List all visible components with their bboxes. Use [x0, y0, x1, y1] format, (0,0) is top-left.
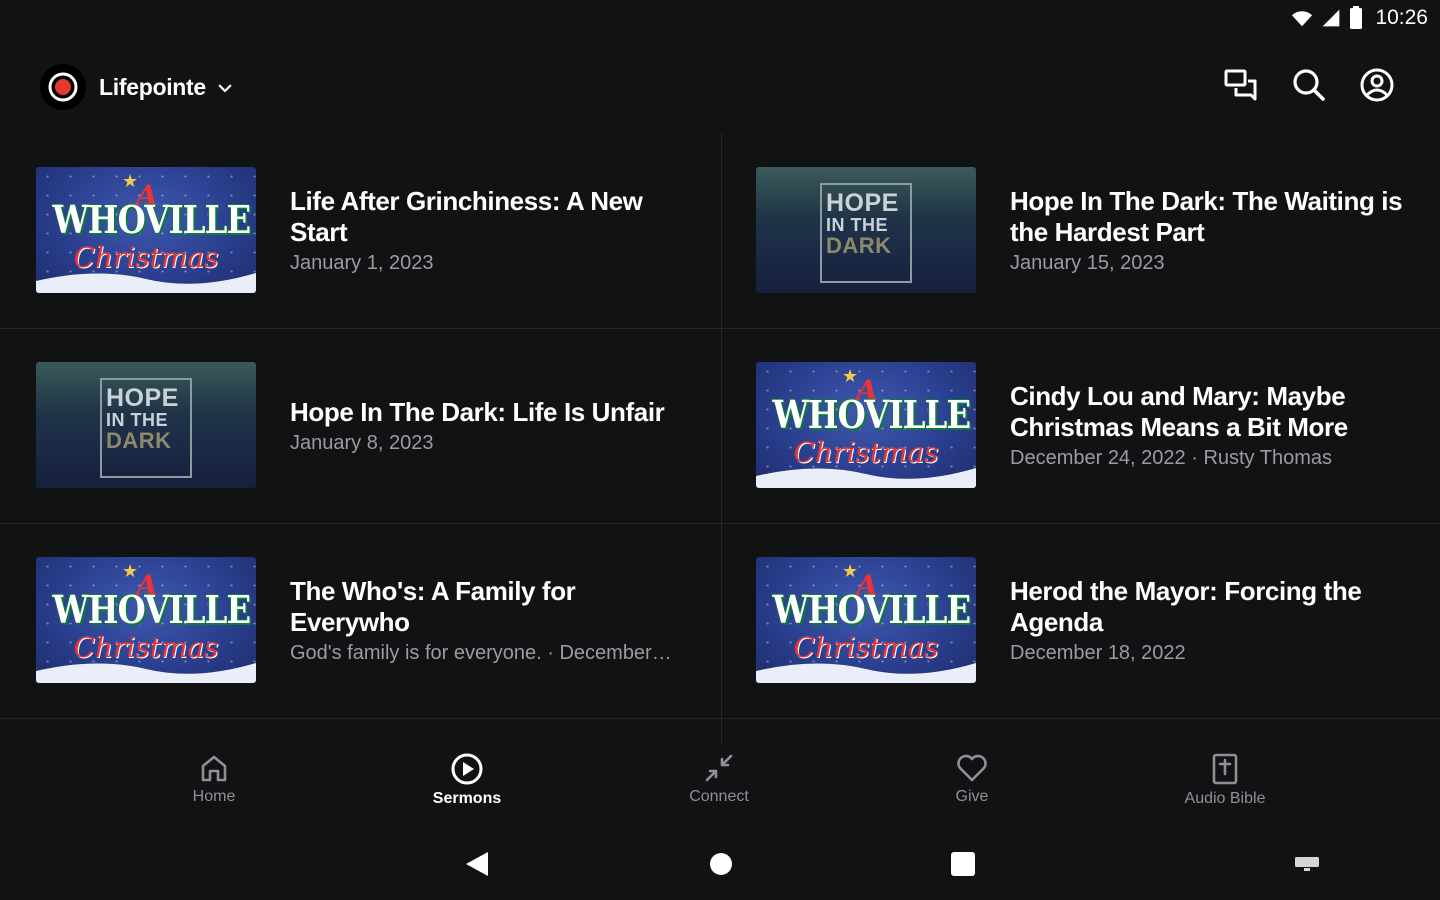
sermon-date: December 24, 2022 · Rusty Thomas [1010, 447, 1333, 469]
sermon-card[interactable]: ★ A WHOVILLE Christmas Herod the Mayor: … [721, 523, 1440, 718]
status-icons: 10:26 [1291, 6, 1428, 30]
sermon-date: January 8, 2023 [290, 431, 434, 454]
system-nav-bar [0, 828, 1440, 900]
sermon-title: Cindy Lou and Mary: Maybe Christmas Mean… [1010, 381, 1348, 442]
nav-give[interactable]: Give [892, 752, 1052, 806]
status-bar: 10:26 [0, 0, 1440, 40]
keyboard-icon[interactable] [1294, 856, 1320, 872]
sermon-row: HOPE IN THE DARK Hope In The Dark: Life … [0, 328, 1440, 524]
sermon-card[interactable]: ★ A WHOVILLE Christmas Life After Grinch… [0, 133, 720, 328]
nav-sermons[interactable]: Sermons [387, 752, 547, 808]
sermon-row: ★ A WHOVILLE Christmas Life After Grinch… [0, 133, 1440, 329]
sermon-date: God's family is for everyone. · December… [290, 642, 672, 664]
sermon-thumbnail: HOPE IN THE DARK [36, 362, 256, 488]
play-circle-icon [451, 753, 483, 785]
sermon-date: January 15, 2023 [1010, 252, 1165, 274]
signal-icon [1323, 9, 1340, 27]
messages-button[interactable] [1222, 66, 1260, 104]
home-icon [201, 755, 227, 782]
sermon-thumbnail: HOPE IN THE DARK [756, 167, 976, 293]
church-switcher[interactable]: Lifepointe [40, 64, 234, 110]
search-icon [1293, 69, 1325, 101]
sermon-title: Herod the Mayor: Forcing the Agenda [1010, 576, 1362, 637]
church-name: Lifepointe [99, 73, 206, 100]
sermon-thumbnail: ★ A WHOVILLE Christmas [756, 557, 976, 683]
sermon-title: The Who's: A Family for Everywho [290, 576, 576, 637]
sermon-card[interactable]: ★ A WHOVILLE Christmas Cindy Lou and Mar… [721, 328, 1440, 523]
bible-icon [1212, 753, 1238, 785]
status-time: 10:26 [1375, 6, 1428, 29]
sermon-title: Hope In The Dark: The Waiting is the Har… [1010, 186, 1403, 247]
battery-icon [1350, 6, 1363, 29]
sermon-row: ★ A WHOVILLE Christmas The Who's: A Fami… [0, 523, 1440, 719]
chevron-down-icon [218, 84, 232, 93]
sermon-date: January 1, 2023 [290, 252, 434, 274]
sermon-title: Hope In The Dark: Life Is Unfair [290, 396, 665, 427]
church-logo [40, 64, 86, 110]
bottom-nav: Home Sermons Connect Give Audio Bible [0, 752, 1440, 824]
nav-audio-bible[interactable]: Audio Bible [1145, 752, 1305, 808]
sermon-card[interactable]: HOPE IN THE DARK Hope In The Dark: Life … [0, 328, 720, 523]
sermon-date: December 18, 2022 [1010, 642, 1186, 664]
home-circle-icon[interactable] [708, 850, 734, 878]
nav-connect[interactable]: Connect [639, 752, 799, 806]
sermon-card[interactable]: ★ A WHOVILLE Christmas The Who's: A Fami… [0, 523, 720, 718]
sermon-thumbnail: ★ A WHOVILLE Christmas [756, 362, 976, 488]
header-actions [1222, 66, 1396, 104]
profile-button[interactable] [1358, 66, 1396, 104]
sermon-thumbnail: ★ A WHOVILLE Christmas [36, 167, 256, 293]
sermon-card[interactable]: HOPE IN THE DARK Hope In The Dark: The W… [721, 133, 1440, 328]
recents-icon[interactable] [950, 850, 976, 878]
sermon-thumbnail: ★ A WHOVILLE Christmas [36, 557, 256, 683]
wifi-icon [1292, 11, 1313, 27]
nav-home[interactable]: Home [134, 752, 294, 806]
sermon-list: ★ A WHOVILLE Christmas Life After Grinch… [0, 133, 1440, 745]
search-button[interactable] [1290, 66, 1328, 104]
chat-icon [1224, 69, 1257, 101]
app-header: Lifepointe [0, 56, 1440, 116]
sermon-title: Life After Grinchiness: A New Start [290, 186, 643, 247]
heart-icon [957, 754, 987, 782]
account-circle-icon [1360, 68, 1394, 102]
back-icon[interactable] [464, 850, 490, 878]
lifepointe-logo-icon [48, 72, 78, 102]
connect-icon [705, 754, 733, 782]
